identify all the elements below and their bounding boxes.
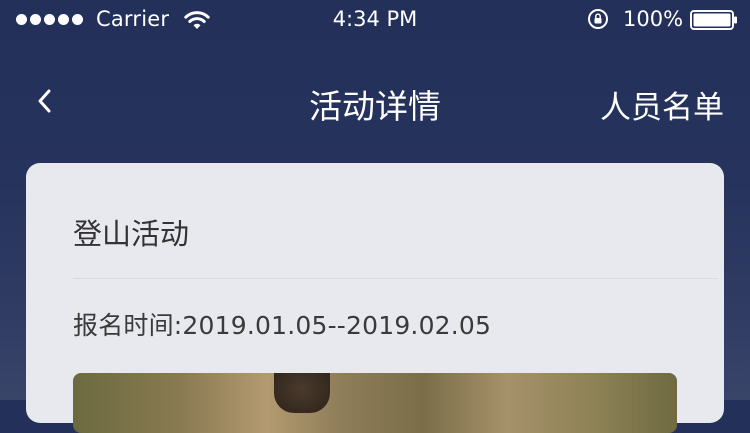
activity-photo[interactable] <box>73 373 677 433</box>
battery-icon <box>690 10 737 30</box>
rotation-lock-icon <box>588 9 608 29</box>
person-in-photo <box>274 373 330 413</box>
battery-percentage: 100% <box>623 7 684 31</box>
activity-title: 登山活动 <box>73 217 190 251</box>
member-list-button[interactable]: 人员名单 <box>600 82 724 127</box>
registration-time: 报名时间:2019.01.05--2019.02.05 <box>73 311 492 340</box>
divider <box>73 278 718 279</box>
activity-card: 登山活动 报名时间:2019.01.05--2019.02.05 <box>26 163 724 433</box>
status-bar: Carrier 4:34 PM 100% <box>0 0 750 40</box>
